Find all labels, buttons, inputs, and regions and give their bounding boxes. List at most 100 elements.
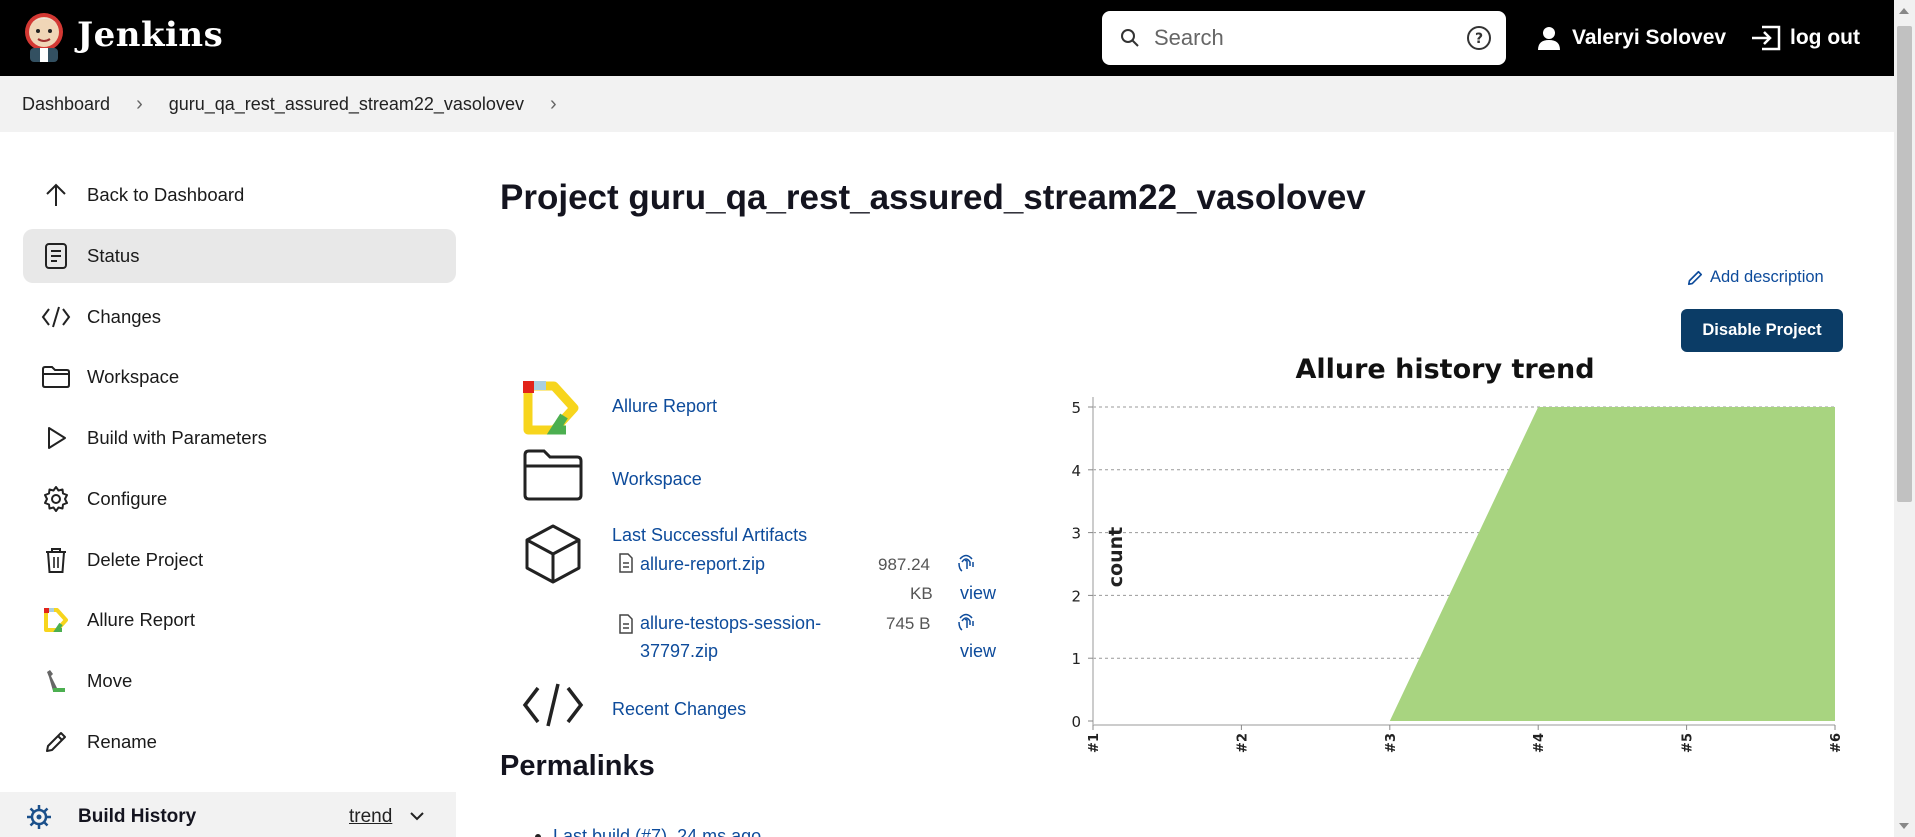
chart-x-tick-label: #2 xyxy=(1235,733,1250,753)
chart-x-tick-label: #5 xyxy=(1681,733,1696,753)
arrow-up-icon xyxy=(46,183,66,206)
page-scrollbar[interactable] xyxy=(1894,0,1915,837)
chevron-down-icon[interactable] xyxy=(409,810,425,822)
scrollbar-thumb[interactable] xyxy=(1897,26,1912,502)
artifact-size: 987.24 xyxy=(878,555,930,574)
search-box: ? xyxy=(1102,11,1506,65)
user-icon xyxy=(1538,27,1560,50)
sidebar-item-delete-project[interactable]: Delete Project xyxy=(23,533,456,587)
pencil-icon xyxy=(46,732,66,752)
scroll-up-icon[interactable] xyxy=(1899,8,1909,14)
artifact-link-continued[interactable]: 37797.zip xyxy=(640,641,718,662)
artifact-size-unit: KB xyxy=(910,584,933,603)
sidebar-item-changes[interactable]: Changes xyxy=(23,290,456,344)
play-icon xyxy=(48,427,66,449)
pencil-icon xyxy=(1687,270,1703,285)
logout-link[interactable]: log out xyxy=(1750,20,1860,56)
trend-link[interactable]: trend xyxy=(349,806,392,828)
breadcrumb: Dashboard › guru_qa_rest_assured_stream2… xyxy=(0,76,1894,132)
sidebar-item-label: Delete Project xyxy=(87,549,204,570)
allure-report-link[interactable]: Allure Report xyxy=(612,396,717,417)
chart-x-tick-label: #1 xyxy=(1087,733,1102,753)
breadcrumb-project[interactable]: guru_qa_rest_assured_stream22_vasolovev xyxy=(169,94,524,115)
chart-x-tick-label: #6 xyxy=(1829,733,1844,753)
sidebar-item-label: Workspace xyxy=(87,366,180,387)
add-description-link[interactable]: Add description xyxy=(1686,268,1824,287)
chart-y-axis-label: count xyxy=(1105,527,1127,587)
search-input[interactable] xyxy=(1154,23,1434,53)
build-history-label: Build History xyxy=(78,806,197,827)
last-build-link[interactable]: Last build (#7), 24 ms ago xyxy=(553,826,761,837)
chart-y-tick-label: 2 xyxy=(1071,587,1081,605)
artifact-link[interactable]: allure-testops-session- xyxy=(640,613,821,634)
user-name: Valeryi Solovev xyxy=(1572,26,1727,49)
breadcrumb-separator-icon[interactable]: › xyxy=(550,93,557,116)
sidebar-item-move[interactable]: Move xyxy=(23,654,456,708)
jenkins-logo-icon[interactable] xyxy=(20,10,68,64)
sidebar-item-back-to-dashboard[interactable]: Back to Dashboard xyxy=(23,168,456,222)
sidebar-item-workspace[interactable]: Workspace xyxy=(23,350,456,404)
fingerprint-icon[interactable] xyxy=(956,551,976,573)
chart-area-series xyxy=(1093,407,1835,721)
sidebar-item-configure[interactable]: Configure xyxy=(23,472,456,526)
sidebar-item-label: Build with Parameters xyxy=(87,427,267,448)
artifact-view-link[interactable]: view xyxy=(960,641,996,662)
chart-y-tick-label: 4 xyxy=(1071,462,1081,480)
chart-y-tick-label: 1 xyxy=(1071,650,1081,668)
recent-changes-link[interactable]: Recent Changes xyxy=(612,699,746,720)
build-history-panel[interactable]: Build History trend xyxy=(0,792,456,837)
chart-x-tick-label: #4 xyxy=(1532,733,1547,753)
sidebar-item-label: Status xyxy=(87,245,140,266)
workspace-link[interactable]: Workspace xyxy=(612,469,702,490)
code-icon xyxy=(41,306,71,328)
sidebar-item-status[interactable]: Status xyxy=(23,229,456,283)
sidebar-item-label: Rename xyxy=(87,731,157,752)
folder-icon xyxy=(42,366,70,388)
breadcrumb-separator-icon[interactable]: › xyxy=(136,93,143,116)
chart-x-tick-label: #3 xyxy=(1384,733,1399,753)
jenkins-brand[interactable]: Jenkins xyxy=(77,15,223,55)
chart-title: Allure history trend xyxy=(1295,354,1594,385)
sidebar-item-allure-report[interactable]: Allure Report xyxy=(23,593,456,647)
chart-y-tick-label: 0 xyxy=(1071,713,1081,731)
permalinks-heading: Permalinks xyxy=(500,750,655,782)
allure-report-icon[interactable] xyxy=(522,380,582,436)
add-description-label: Add description xyxy=(1710,268,1824,286)
sidebar-item-rename[interactable]: Rename xyxy=(23,715,456,769)
help-icon[interactable]: ? xyxy=(1466,25,1492,51)
artifact-view-link[interactable]: view xyxy=(960,583,996,604)
build-history-icon xyxy=(27,805,51,829)
page-title: Project guru_qa_rest_assured_stream22_va… xyxy=(500,178,1366,217)
sidebar-item-label: Allure Report xyxy=(87,609,195,630)
svg-text:?: ? xyxy=(1475,31,1483,47)
file-icon xyxy=(619,614,633,634)
search-icon xyxy=(1121,29,1139,47)
logout-label: log out xyxy=(1790,26,1860,49)
artifact-size: 745 B xyxy=(886,614,931,633)
artifact-link[interactable]: allure-report.zip xyxy=(640,554,765,575)
top-header: Jenkins ? Valeryi Solovev log out xyxy=(0,0,1894,76)
sidebar-item-label: Configure xyxy=(87,488,168,509)
breadcrumb-dashboard[interactable]: Dashboard xyxy=(22,94,110,115)
last-successful-artifacts-link[interactable]: Last Successful Artifacts xyxy=(612,525,807,546)
sidebar-item-label: Move xyxy=(87,670,133,691)
sidebar-item-label: Back to Dashboard xyxy=(87,184,245,205)
package-icon[interactable] xyxy=(524,523,582,585)
document-icon xyxy=(45,243,67,269)
gear-icon xyxy=(44,486,68,512)
file-icon xyxy=(619,553,633,573)
allure-icon xyxy=(44,608,68,632)
folder-icon[interactable] xyxy=(522,449,584,501)
fingerprint-icon[interactable] xyxy=(956,610,976,632)
logout-icon xyxy=(1752,25,1781,51)
scroll-down-icon[interactable] xyxy=(1899,823,1909,829)
sidebar-item-build-with-parameters[interactable]: Build with Parameters xyxy=(23,411,456,465)
sidebar-item-label: Changes xyxy=(87,306,162,327)
code-icon[interactable] xyxy=(522,682,584,728)
chart-y-tick-label: 3 xyxy=(1071,525,1081,543)
user-menu[interactable]: Valeryi Solovev xyxy=(1536,20,1726,56)
move-icon xyxy=(47,670,65,692)
chart-y-tick-label: 5 xyxy=(1071,399,1081,417)
trash-icon xyxy=(46,548,66,573)
allure-history-trend-chart: 0 1 2 3 4 5 #1 #2 #3 #4 #5 #6 Allure history trend… xyxy=(1071,354,1844,753)
